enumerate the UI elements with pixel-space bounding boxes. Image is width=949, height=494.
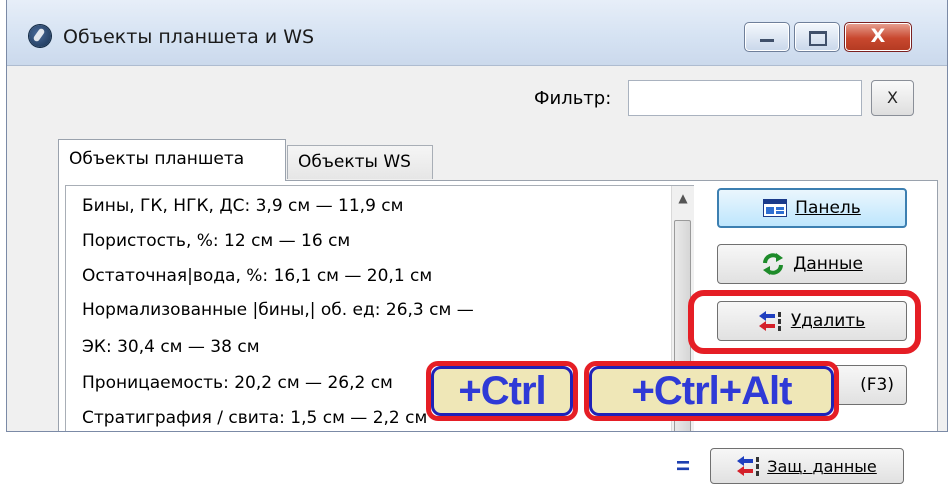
list-item[interactable]: ЭК: 30,4 см — 38 см [82, 337, 260, 357]
close-icon: X [870, 25, 886, 47]
filter-input[interactable] [628, 80, 862, 116]
tab-ws-objects[interactable]: Объекты WS [287, 145, 433, 179]
panel-window-icon [763, 199, 788, 217]
data-button[interactable]: Данные [717, 244, 907, 284]
equals-sign: = [676, 453, 691, 480]
window-title: Объекты планшета и WS [63, 26, 315, 48]
scroll-up-arrow-icon[interactable]: ▲ [672, 191, 694, 211]
title-bar[interactable]: Объекты планшета и WS X [7, 0, 947, 66]
data-button-label: Данные [793, 254, 863, 274]
protected-data-button[interactable]: Защ. данные [710, 448, 904, 484]
tab-tablet-objects[interactable]: Объекты планшета [58, 139, 286, 181]
panel-button-label: Панель [795, 198, 861, 218]
list-item[interactable]: Стратиграфия / свита: 1,5 см — 2,2 см [82, 408, 427, 428]
protected-data-button-label: Защ. данные [767, 456, 877, 476]
minimize-button[interactable] [744, 22, 790, 52]
list-item[interactable]: Пористость, %: 12 см — 16 см [82, 231, 350, 251]
list-item[interactable]: Остаточная|вода, %: 16,1 см — 20,1 см [82, 266, 432, 286]
delete-highlight-frame [688, 290, 921, 354]
maximize-icon [809, 31, 827, 46]
partial-button-label: (F3) [860, 375, 894, 395]
panel-button[interactable]: Панель [717, 188, 907, 228]
filter-clear-button[interactable]: X [871, 80, 914, 116]
close-button[interactable]: X [844, 22, 912, 52]
list-item[interactable]: Проницаемость: 20,2 см — 26,2 см [82, 373, 393, 393]
hotkey-ctrl-highlight [426, 361, 578, 421]
maximize-button[interactable] [794, 22, 840, 52]
list-item[interactable]: Бины, ГК, НГК, ДС: 3,9 см — 11,9 см [82, 196, 403, 216]
list-item[interactable]: Нормализованные |бины,| об. ед: 26,3 см … [82, 300, 474, 320]
delete-arrows-icon [737, 456, 760, 476]
filter-label: Фильтр: [534, 88, 612, 109]
minimize-icon [760, 39, 774, 42]
app-logo-icon [29, 25, 51, 47]
hotkey-ctrl-alt-highlight [584, 361, 839, 421]
refresh-arrows-icon [763, 253, 784, 275]
